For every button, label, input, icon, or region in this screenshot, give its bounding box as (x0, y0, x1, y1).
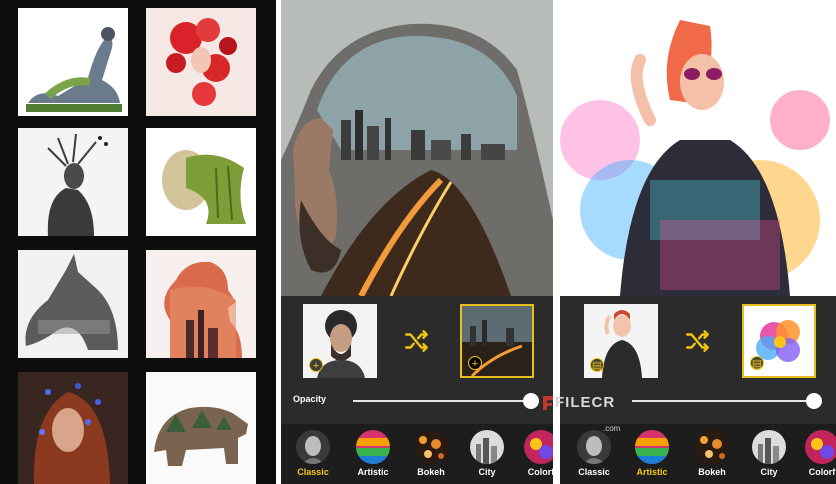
add-photo-icon[interactable]: + (468, 356, 482, 370)
color-splash-preview (560, 0, 836, 296)
filter-city-thumb (752, 430, 786, 464)
filter-label: Classic (578, 467, 610, 477)
shuffle-icon[interactable] (404, 328, 430, 354)
editor-panel-city: + + Opacity Classic Artistic Bokeh City … (281, 0, 553, 484)
filter-city[interactable]: City (747, 430, 791, 477)
filter-label: Artistic (636, 467, 668, 477)
filter-bokeh-thumb (695, 430, 729, 464)
filter-label: Colorf (808, 467, 836, 477)
filter-label: Classic (297, 467, 329, 477)
gallery-thumb-tree-woman[interactable] (18, 128, 128, 236)
gallery-thumb-flower-woman[interactable] (18, 372, 128, 484)
filter-colorful-thumb (524, 430, 553, 464)
watermark-brand: FILECR (555, 394, 616, 411)
watermark-domain: .com (603, 424, 621, 433)
filter-bokeh[interactable]: Bokeh (690, 430, 734, 477)
portrait-slot[interactable]: ▤ (584, 304, 658, 378)
filter-label: City (478, 467, 496, 477)
editor-controls: + + Opacity Classic Artistic Bokeh City … (281, 296, 553, 484)
filter-artistic[interactable]: Artistic (630, 430, 674, 477)
filter-label: Bokeh (698, 467, 726, 477)
opacity-slider-track[interactable] (353, 400, 533, 402)
filter-classic-thumb (296, 430, 330, 464)
filter-label: Colorf (527, 467, 553, 477)
portrait-slot[interactable]: + (303, 304, 377, 378)
opacity-slider-track[interactable] (632, 400, 816, 402)
gallery-thumb-forest-face[interactable] (146, 128, 256, 236)
editor-controls: ▤ ▤ Classic Artistic Bokeh City Colorf (560, 296, 836, 484)
filter-bar: Classic Artistic Bokeh City Colorf (281, 424, 553, 484)
folder-icon[interactable]: ▤ (750, 356, 764, 370)
filter-label: Bokeh (417, 467, 445, 477)
filter-city-thumb (470, 430, 504, 464)
filter-city[interactable]: City (465, 430, 509, 477)
gallery-panel (0, 0, 276, 484)
filter-label: City (760, 467, 778, 477)
gallery-thumb-yoga[interactable] (18, 8, 128, 116)
opacity-label: Opacity (293, 394, 327, 404)
opacity-slider-knob[interactable] (806, 393, 822, 409)
watermark: FILECR .com (541, 394, 631, 434)
shuffle-icon[interactable] (685, 328, 711, 354)
app-screenshots: + + Opacity Classic Artistic Bokeh City … (0, 0, 836, 484)
background-slot[interactable]: + (460, 304, 534, 378)
filter-bokeh[interactable]: Bokeh (409, 430, 453, 477)
filter-artistic-thumb (635, 430, 669, 464)
filter-classic[interactable]: Classic (291, 430, 335, 477)
gallery-thumb-horse[interactable] (18, 250, 128, 358)
gallery-thumb-city-man[interactable] (146, 250, 256, 358)
filecr-logo-icon (543, 396, 553, 410)
filter-colorful-thumb (805, 430, 836, 464)
gallery-thumb-roses[interactable] (146, 8, 256, 116)
filter-artistic[interactable]: Artistic (351, 430, 395, 477)
filter-classic-thumb (577, 430, 611, 464)
filter-colorful[interactable]: Colorf (800, 430, 836, 477)
filter-classic[interactable]: Classic (572, 430, 616, 477)
gallery-thumb-bear[interactable] (146, 372, 256, 484)
background-slot[interactable]: ▤ (742, 304, 816, 378)
filter-label: Artistic (357, 467, 389, 477)
add-photo-icon[interactable]: + (309, 358, 323, 372)
filter-colorful[interactable]: Colorf (519, 430, 553, 477)
folder-icon[interactable]: ▤ (590, 358, 604, 372)
filter-artistic-thumb (356, 430, 390, 464)
filter-bokeh-thumb (414, 430, 448, 464)
opacity-slider-knob[interactable] (523, 393, 539, 409)
double-exposure-preview (281, 0, 553, 296)
